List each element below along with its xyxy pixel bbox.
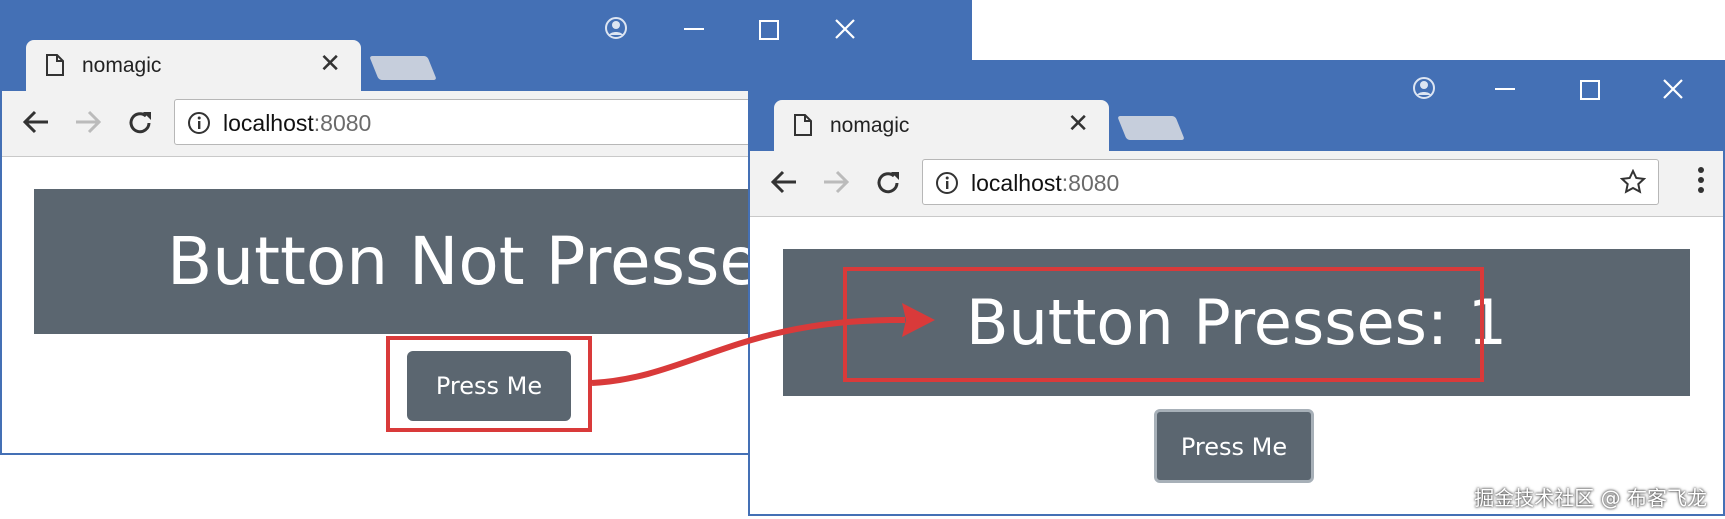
watermark: 掘金技术社区 @ 布客飞龙 xyxy=(1474,486,1707,510)
transition-arrow xyxy=(591,303,935,386)
